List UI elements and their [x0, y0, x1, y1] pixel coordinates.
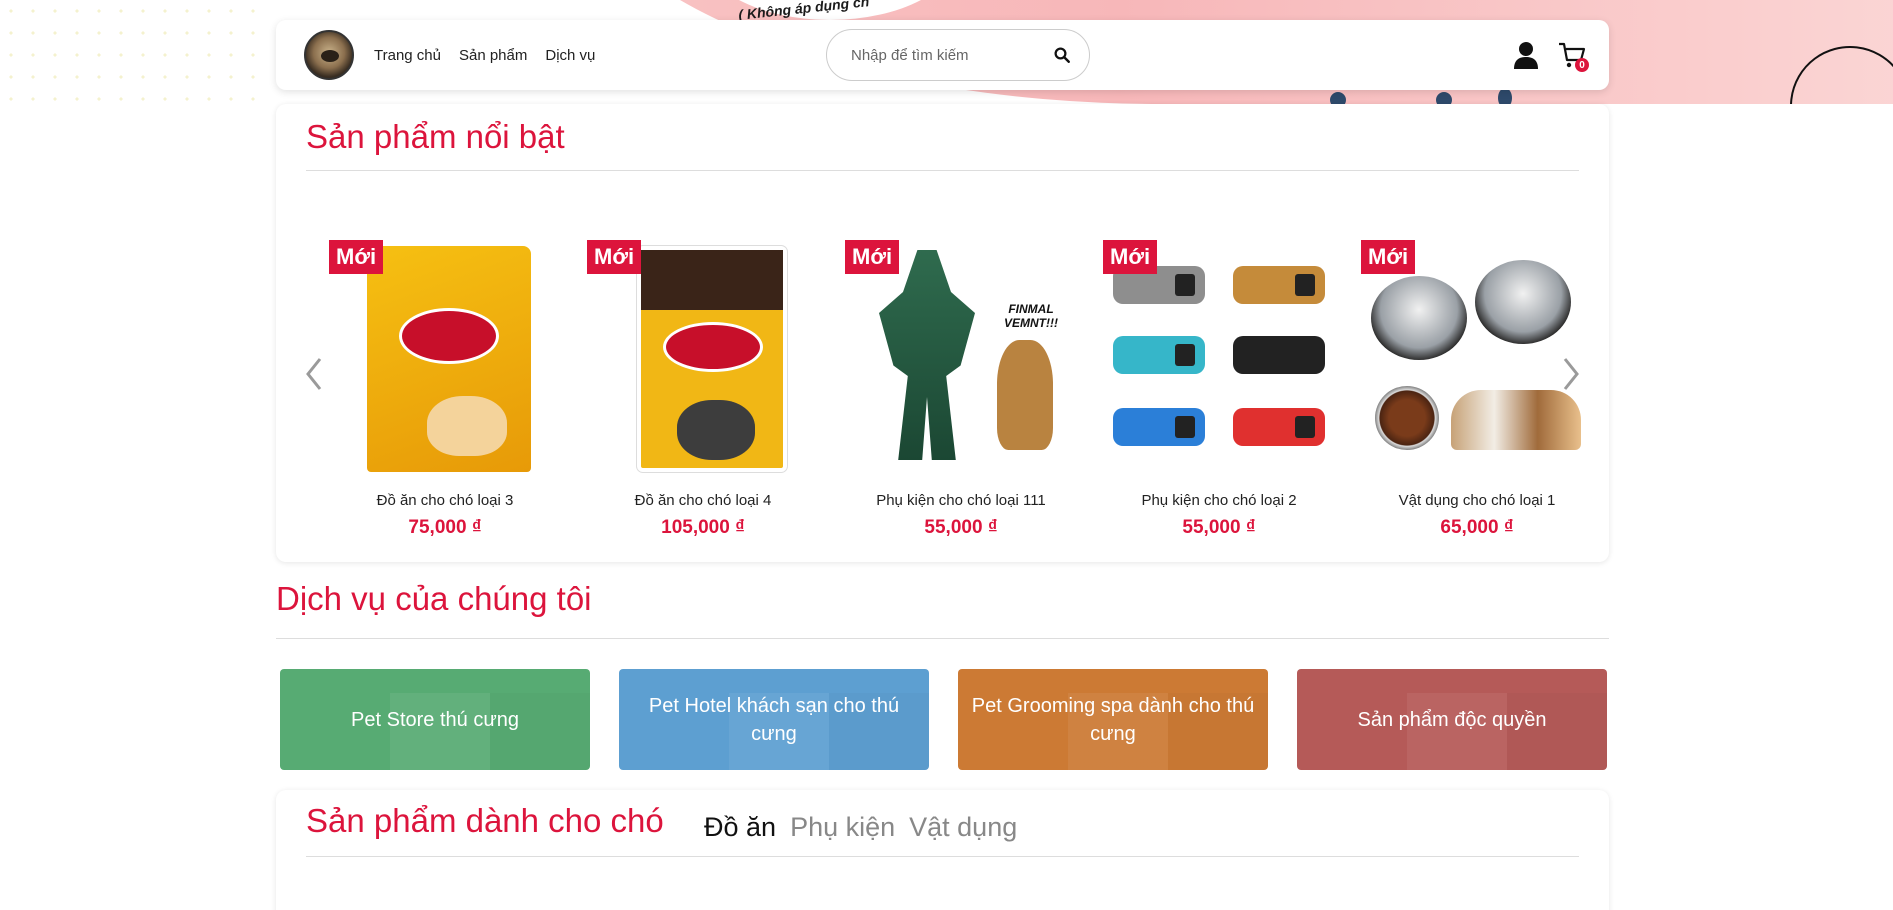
service-label: Pet Hotel khách sạn cho thú cưng — [648, 694, 900, 745]
collar-image — [1113, 336, 1205, 374]
service-label: Pet Grooming spa dành cho thú cưng — [971, 694, 1255, 745]
decorative-blob — [1498, 88, 1512, 104]
new-badge: Mới — [1361, 240, 1416, 274]
robot-toy-image — [879, 250, 975, 460]
divider — [306, 170, 1579, 171]
decorative-blob — [1330, 92, 1346, 104]
navbar: Trang chủ Sản phẩm Dịch vụ 0 — [276, 20, 1609, 90]
search-icon[interactable] — [1053, 46, 1071, 64]
product-image[interactable]: Mới — [329, 240, 557, 472]
section-title-services: Dịch vụ của chúng tôi — [276, 580, 592, 617]
cat-figure-image — [997, 340, 1053, 450]
service-card-exclusive-products[interactable]: Sản phẩm độc quyền — [1297, 669, 1607, 770]
tab-accessories[interactable]: Phụ kiện — [790, 812, 895, 843]
product-price: 105,000 ₫ — [661, 517, 745, 538]
cart-button[interactable]: 0 — [1557, 40, 1589, 72]
dogs-group-image — [1451, 390, 1581, 450]
product-name[interactable]: Phụ kiện cho chó loại 2 — [1090, 492, 1348, 509]
product-image[interactable]: Mới FINMAL VEMNT!!! — [845, 240, 1073, 470]
dog-food-pouch-image — [637, 246, 787, 472]
service-label: Sản phẩm độc quyền — [1357, 708, 1547, 731]
collar-image — [1233, 336, 1325, 374]
section-title-dog-products: Sản phẩm dành cho chó — [306, 802, 664, 839]
nav-link-services[interactable]: Dịch vụ — [545, 47, 595, 64]
service-card-pet-hotel[interactable]: Pet Hotel khách sạn cho thú cưng — [619, 669, 929, 770]
search-input[interactable] — [851, 46, 1041, 64]
service-card-pet-grooming[interactable]: Pet Grooming spa dành cho thú cưng — [958, 669, 1268, 770]
cart-count-badge: 0 — [1575, 58, 1589, 72]
product-price: 55,000 ₫ — [924, 517, 998, 538]
product-card[interactable]: Mới Vật dụng cho chó loại 1 65,000 ₫ — [1348, 240, 1606, 539]
product-image[interactable]: Mới — [1103, 240, 1331, 470]
new-badge: Mới — [845, 240, 900, 274]
divider — [276, 638, 1609, 639]
dog-products-section: Sản phẩm dành cho chó Đồ ăn Phụ kiện Vật… — [276, 790, 1609, 910]
user-icon[interactable] — [1511, 40, 1541, 70]
category-tabs: Đồ ăn Phụ kiện Vật dụng — [704, 812, 1017, 843]
service-label: Pet Store thú cưng — [351, 708, 519, 731]
product-card[interactable]: Mới Đồ ăn cho chó loại 3 75,000 ₫ — [316, 240, 574, 539]
bowl-image — [1371, 276, 1467, 360]
bowl-image — [1475, 260, 1571, 344]
decorative-dots — [0, 0, 260, 104]
dog-food-bag-image — [367, 246, 531, 472]
product-price: 65,000 ₫ — [1440, 517, 1514, 538]
product-image[interactable]: Mới — [1361, 240, 1589, 470]
product-card[interactable]: Mới FINMAL VEMNT!!! Phụ kiện cho chó loạ… — [832, 240, 1090, 539]
search-box — [826, 29, 1090, 81]
collar-image — [1113, 408, 1205, 446]
collar-image — [1233, 266, 1325, 304]
product-card[interactable]: Mới Đồ ăn cho chó loại 4 105,000 ₫ — [574, 240, 832, 539]
product-card[interactable]: Mới Phụ kiện cho chó loại 2 55,000 ₫ — [1090, 240, 1348, 539]
services-list: Pet Store thú cưng Pet Hotel khách sạn c… — [280, 669, 1607, 770]
product-price: 75,000 ₫ — [408, 517, 482, 538]
section-title-featured: Sản phẩm nổi bật — [306, 118, 565, 155]
product-name[interactable]: Đồ ăn cho chó loại 4 — [574, 492, 832, 509]
divider — [306, 856, 1579, 857]
product-name[interactable]: Đồ ăn cho chó loại 3 — [316, 492, 574, 509]
product-price: 55,000 ₫ — [1182, 517, 1256, 538]
product-name[interactable]: Vật dụng cho chó loại 1 — [1348, 492, 1606, 509]
product-carousel: Mới Đồ ăn cho chó loại 3 75,000 ₫ Mới Đồ… — [316, 240, 1606, 539]
nav-link-products[interactable]: Sản phẩm — [459, 47, 527, 64]
new-badge: Mới — [1103, 240, 1158, 274]
tab-food[interactable]: Đồ ăn — [704, 812, 776, 843]
collar-image — [1233, 408, 1325, 446]
new-badge: Mới — [587, 240, 642, 274]
featured-products-section: Sản phẩm nổi bật Mới Đồ ăn cho chó loại … — [276, 104, 1609, 562]
logo-dog-avatar[interactable] — [304, 30, 354, 80]
decorative-blob — [1436, 92, 1452, 104]
nav-icons: 0 — [1511, 40, 1589, 72]
new-badge: Mới — [329, 240, 384, 274]
image-caption: FINMAL VEMNT!!! — [1004, 302, 1058, 330]
product-name[interactable]: Phụ kiện cho chó loại 111 — [832, 492, 1090, 509]
tab-supplies[interactable]: Vật dụng — [909, 812, 1017, 843]
kibble-bowl-image — [1375, 386, 1439, 450]
product-image[interactable]: Mới — [587, 240, 815, 472]
nav-link-home[interactable]: Trang chủ — [374, 47, 441, 64]
service-card-pet-store[interactable]: Pet Store thú cưng — [280, 669, 590, 770]
